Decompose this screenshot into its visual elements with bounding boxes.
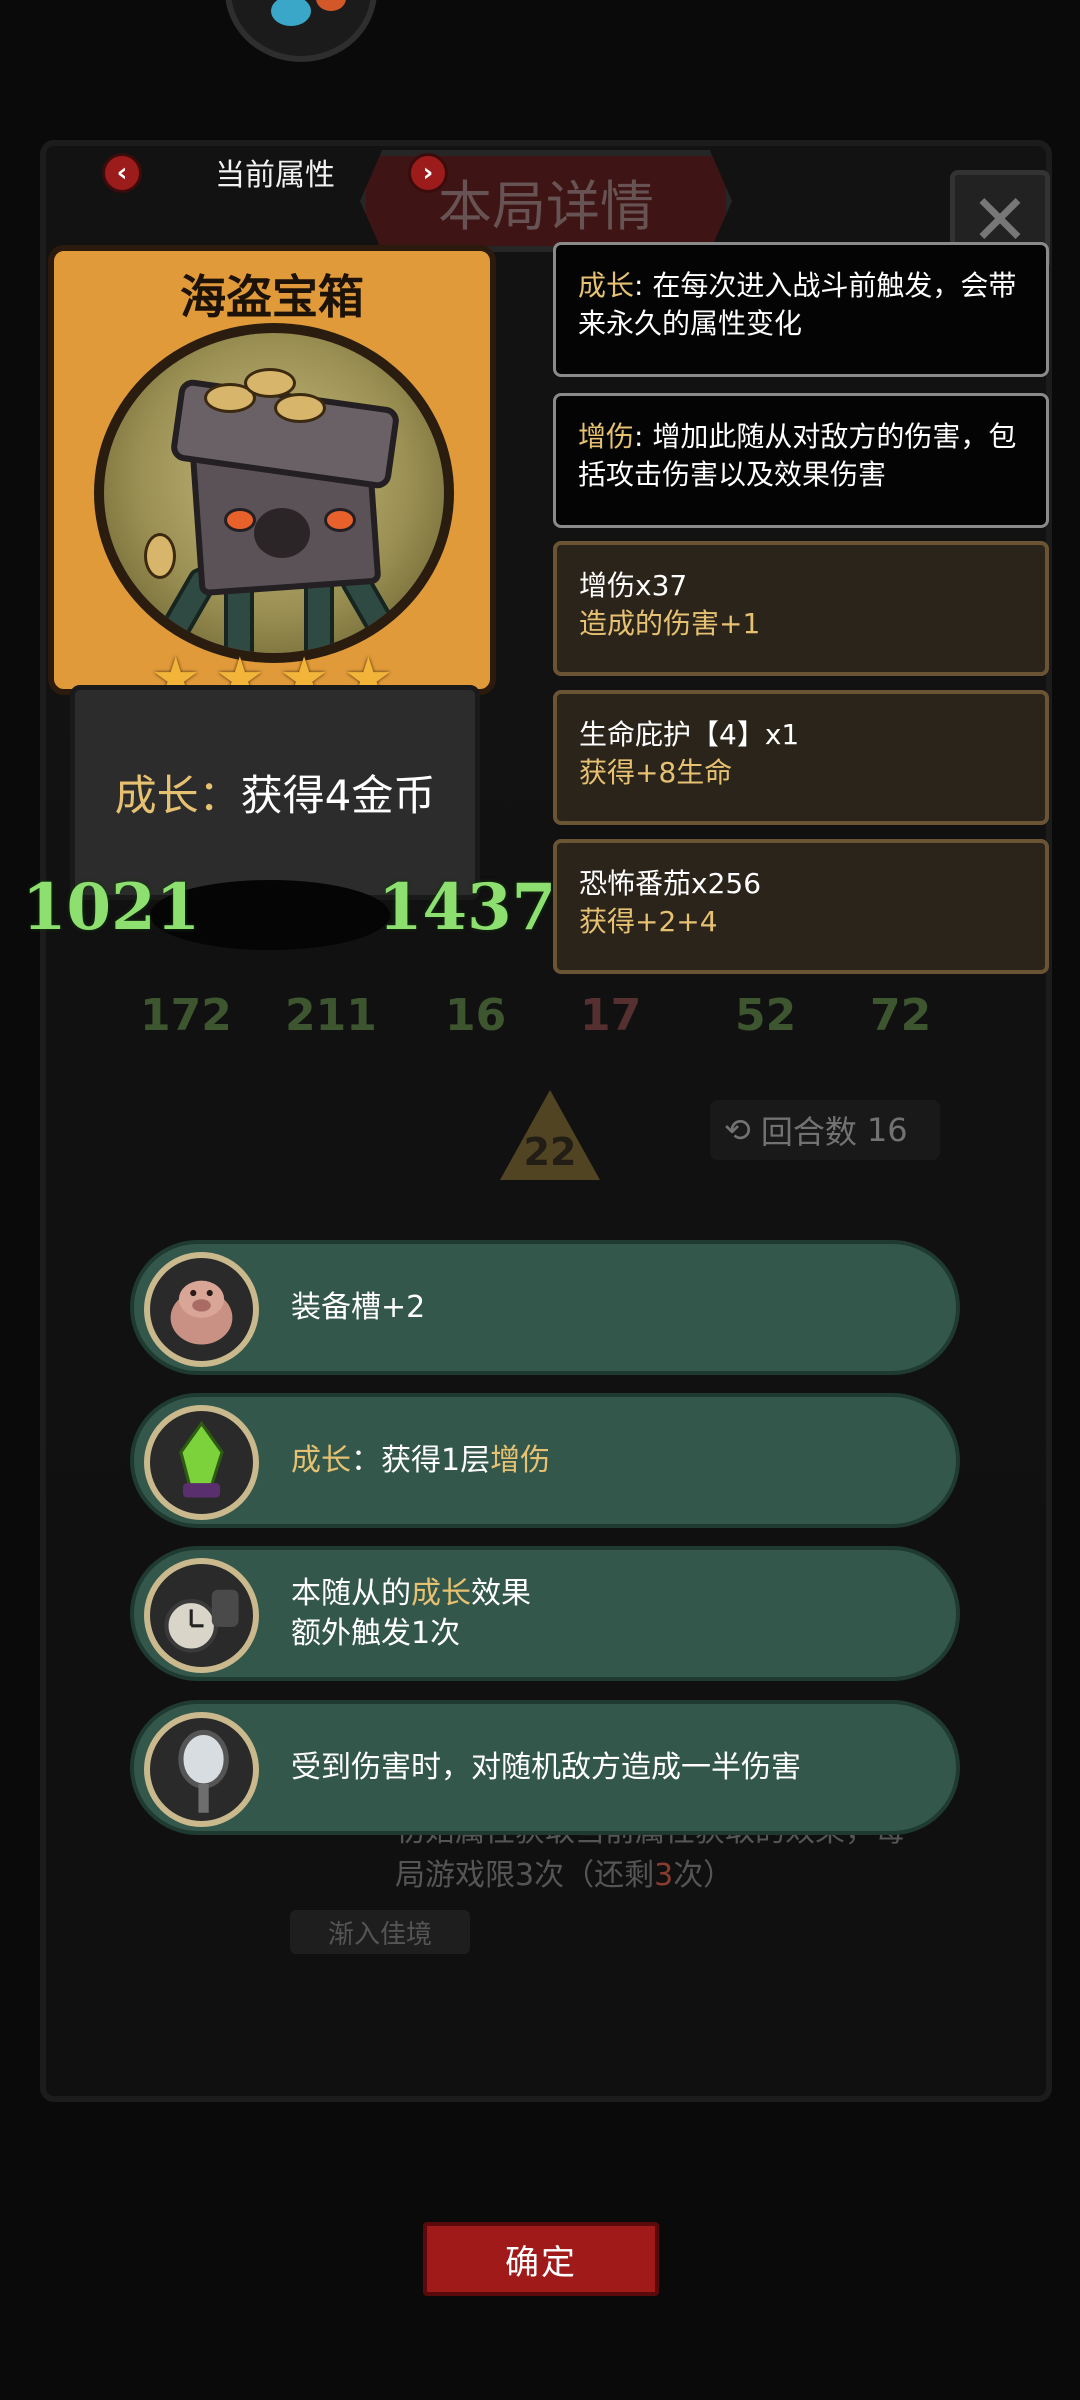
pocket-watch-icon bbox=[144, 1558, 259, 1673]
bg-stat: 172 bbox=[140, 990, 232, 1041]
refresh-icon: ⟲ bbox=[724, 1111, 751, 1149]
ability-row: 成长：获得1层增伤 bbox=[130, 1393, 960, 1528]
chevron-left-icon: ‹ bbox=[116, 158, 128, 188]
top-avatar bbox=[225, 0, 377, 62]
background-tag: 渐入佳境 bbox=[290, 1910, 470, 1954]
pirate-chest-portrait bbox=[94, 323, 454, 663]
keyword-tooltip-damage: 增伤: 增加此随从对敌方的伤害，包括攻击伤害以及效果伤害 bbox=[553, 393, 1049, 528]
bg-stat: 17 bbox=[580, 990, 642, 1041]
bg-stat: 72 bbox=[870, 990, 932, 1041]
buff-title: 增伤x37 bbox=[579, 569, 688, 602]
next-arrow-button[interactable]: › bbox=[408, 153, 448, 193]
unit-card: 海盗宝箱 ★ ★ ★ ★ bbox=[48, 245, 496, 707]
buff-entry: 恐怖番茄x256 获得+2+4 bbox=[553, 839, 1049, 974]
panel-title: 当前属性 bbox=[215, 158, 335, 193]
skull-icon bbox=[254, 508, 310, 558]
bg-text-line: 局游戏限3次（还剩3次） bbox=[395, 1858, 734, 1893]
confirm-button[interactable]: 确定 bbox=[423, 2222, 659, 2296]
health-stat: 1437 bbox=[378, 870, 557, 945]
ability-row: 装备槽+2 bbox=[130, 1240, 960, 1375]
bg-stat: 16 bbox=[445, 990, 507, 1041]
rounds-label: 回合数 bbox=[760, 1113, 857, 1151]
unit-ability-summary: 成长：获得4金币 bbox=[70, 685, 480, 900]
rounds-value: 16 bbox=[866, 1111, 908, 1149]
buff-entry: 生命庇护【4】x1 获得+8生命 bbox=[553, 690, 1049, 825]
ability-row: 受到伤害时，对随机敌方造成一半伤害 bbox=[130, 1700, 960, 1835]
buff-title: 生命庇护【4】x1 bbox=[579, 718, 800, 751]
buff-effect: 造成的伤害+1 bbox=[579, 607, 761, 640]
ability-row: 本随从的成长效果 额外触发1次 bbox=[130, 1546, 960, 1681]
fish-beak-icon bbox=[316, 0, 346, 11]
level-value: 22 bbox=[523, 1130, 577, 1174]
prev-arrow-button[interactable]: ‹ bbox=[102, 153, 142, 193]
keyword-tooltip-growth: 成长: 在每次进入战斗前触发，会带来永久的属性变化 bbox=[553, 242, 1049, 377]
attack-stat: 1021 bbox=[22, 870, 201, 945]
buff-effect: 获得+8生命 bbox=[579, 756, 733, 789]
pig-icon bbox=[144, 1252, 259, 1367]
ability-text: 装备槽+2 bbox=[291, 1289, 426, 1325]
chevron-right-icon: › bbox=[422, 158, 434, 188]
unit-name: 海盗宝箱 bbox=[180, 270, 364, 324]
mirror-icon bbox=[144, 1712, 259, 1827]
fish-fin-icon bbox=[271, 0, 311, 26]
buff-entry: 增伤x37 造成的伤害+1 bbox=[553, 541, 1049, 676]
buff-title: 恐怖番茄x256 bbox=[579, 867, 762, 900]
bg-stat: 211 bbox=[285, 990, 377, 1041]
ability-text: 受到伤害时，对随机敌方造成一半伤害 bbox=[291, 1749, 801, 1785]
ability-text: 成长：获得1层增伤 bbox=[291, 1442, 551, 1478]
rounds-counter: ⟲ 回合数 16 bbox=[710, 1100, 940, 1160]
ability-text: 本随从的成长效果 额外触发1次 bbox=[291, 1575, 531, 1651]
buff-effect: 获得+2+4 bbox=[579, 905, 718, 938]
bg-stat: 52 bbox=[735, 990, 797, 1041]
crystal-icon bbox=[144, 1405, 259, 1520]
